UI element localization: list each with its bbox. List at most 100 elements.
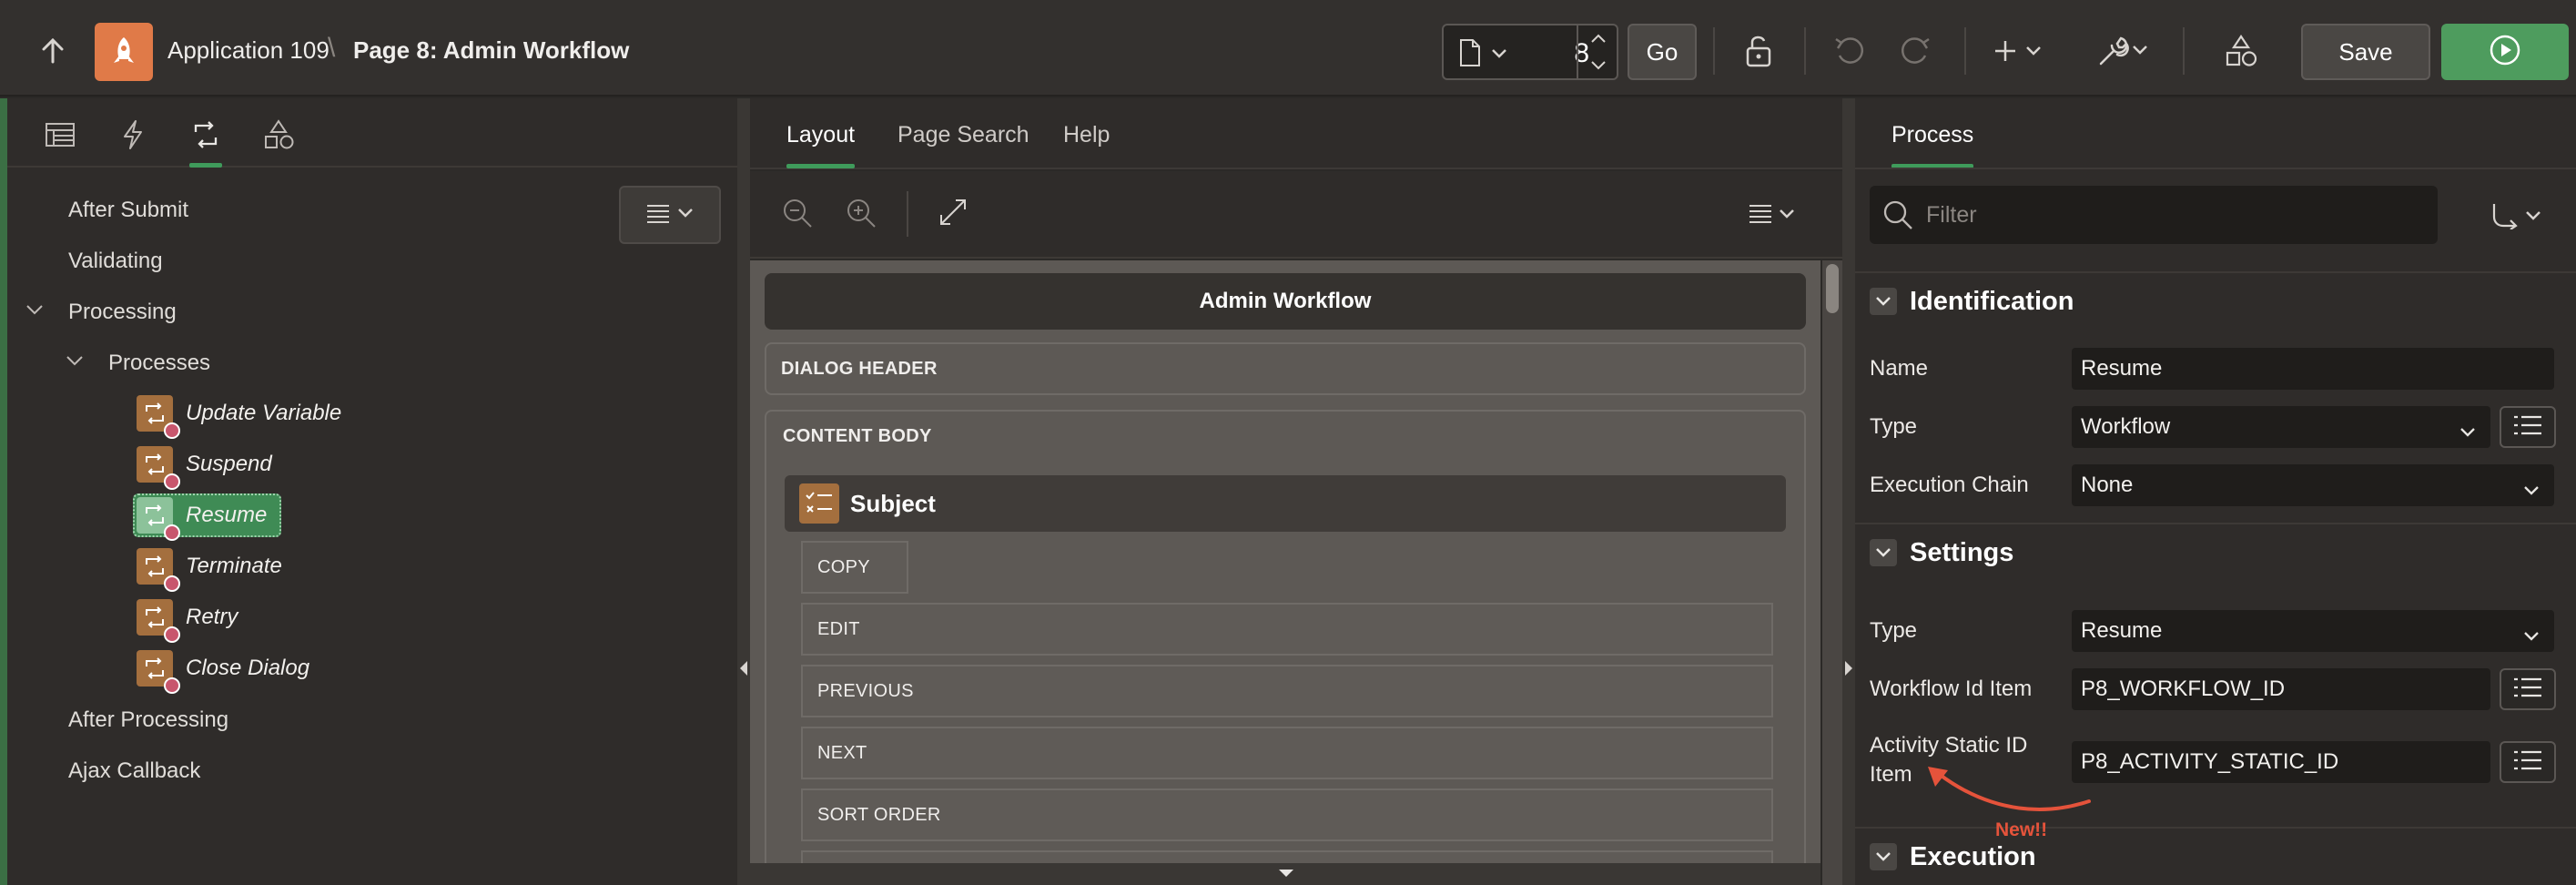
layout-canvas: Admin Workflow DIALOG HEADER CONTENT BOD… (750, 260, 1820, 885)
tab-process[interactable]: Process (1891, 122, 1974, 168)
run-icon (2489, 34, 2521, 71)
tree-node-ajax-callback[interactable]: Ajax Callback (68, 758, 200, 784)
layout-toolbar (750, 171, 1842, 259)
dialog-header-region[interactable]: DIALOG HEADER (765, 342, 1806, 395)
scrollbar-thumb[interactable] (1826, 264, 1839, 313)
go-button[interactable]: Go (1628, 24, 1697, 80)
filter-field[interactable] (1870, 186, 2438, 244)
lock-icon[interactable] (1739, 31, 1779, 71)
rocket-icon[interactable] (95, 23, 153, 81)
plus-icon[interactable] (1990, 31, 2054, 71)
tree-node-after-processing[interactable]: After Processing (68, 707, 228, 733)
tree-node-process[interactable]: Terminate (137, 546, 282, 592)
shapes-icon[interactable] (2221, 31, 2261, 71)
button-sort-order[interactable]: SORT ORDER (801, 788, 1773, 841)
panel-edge (0, 98, 7, 885)
group-title: Identification (1910, 286, 2074, 316)
subject-region-header[interactable]: Subject (785, 475, 1786, 532)
group-execution-header[interactable]: Execution (1855, 827, 2576, 885)
chevron-down-icon (2523, 477, 2540, 503)
process-icon (137, 395, 180, 439)
property-select-type[interactable]: Workflow (2072, 406, 2490, 448)
page-selector[interactable]: 8 (1442, 24, 1618, 80)
region-label: CONTENT BODY (783, 426, 932, 446)
tree-node-validating[interactable]: Validating (68, 249, 163, 274)
tree-menu-button[interactable] (619, 186, 721, 244)
chevron-down-icon[interactable] (1491, 47, 1507, 64)
tab-underline (1855, 168, 2576, 169)
tree-node-process[interactable]: Update Variable (137, 393, 342, 439)
tree-node-process[interactable]: Close Dialog (137, 648, 310, 694)
toolbar-divider (1964, 27, 1966, 75)
list-picker-button[interactable] (2500, 406, 2556, 448)
left-panel-tabs (7, 98, 737, 168)
shared-components-tab-icon[interactable] (259, 115, 299, 155)
tree-node-process[interactable]: Retry (137, 597, 238, 643)
run-button[interactable] (2441, 24, 2569, 80)
button-edit[interactable]: EDIT (801, 603, 1773, 656)
collapse-icon[interactable] (1870, 288, 1897, 315)
dependency-icon[interactable] (2490, 200, 2554, 234)
tree-node-after-submit[interactable]: After Submit (68, 198, 188, 223)
tree-node-label: Resume (186, 503, 268, 527)
button-next[interactable]: NEXT (801, 727, 1773, 779)
group-title: Execution (1910, 841, 2036, 871)
canvas-scrollbar[interactable] (1822, 260, 1842, 885)
group-title: Settings (1910, 537, 2014, 567)
tree-node-processing[interactable]: Processing (68, 300, 177, 325)
property-field-activity-static-id[interactable]: P8_ACTIVITY_STATIC_ID (2072, 741, 2490, 783)
zoom-out-icon[interactable] (781, 197, 814, 234)
tree-node-process-selected[interactable]: Resume (133, 493, 282, 541)
property-label-settings-type: Type (1870, 618, 1918, 643)
save-button[interactable]: Save (2301, 24, 2430, 80)
property-field-workflow-id[interactable]: P8_WORKFLOW_ID (2072, 668, 2490, 710)
collapse-icon[interactable] (1870, 843, 1897, 870)
zoom-in-icon[interactable] (845, 197, 877, 234)
property-field-name[interactable]: Resume (2072, 348, 2554, 390)
tree-node-label: Retry (186, 605, 238, 629)
tab-layout[interactable]: Layout (786, 122, 856, 168)
property-select-settings-type[interactable]: Resume (2072, 610, 2554, 652)
toolbar-divider (1804, 27, 1806, 75)
undo-icon[interactable] (1830, 31, 1870, 71)
processing-tab-icon[interactable] (186, 115, 226, 168)
list-picker-button[interactable] (2500, 668, 2556, 710)
tab-help[interactable]: Help (1063, 122, 1110, 148)
right-splitter[interactable] (1842, 98, 1855, 885)
tree-node-label: Close Dialog (186, 656, 310, 680)
chevron-down-icon[interactable] (66, 354, 84, 372)
expand-icon[interactable] (938, 197, 969, 232)
tree-node-process[interactable]: Suspend (137, 444, 272, 490)
group-settings-header[interactable]: Settings (1855, 523, 2576, 581)
breadcrumb-separator: \ (328, 33, 336, 63)
tab-page-search[interactable]: Page Search (898, 122, 1029, 148)
region-title: Subject (850, 489, 936, 517)
chevron-down-icon (2523, 623, 2540, 648)
left-splitter[interactable] (737, 98, 750, 885)
dynamic-actions-tab-icon[interactable] (113, 115, 153, 155)
chevron-down-icon[interactable] (25, 303, 44, 321)
filter-input[interactable] (1926, 201, 2399, 229)
page-region-title[interactable]: Admin Workflow (765, 273, 1806, 330)
process-icon (137, 548, 180, 592)
up-arrow-icon[interactable] (35, 33, 71, 69)
group-identification-header[interactable]: Identification (1855, 271, 2576, 330)
breadcrumb-app[interactable]: Application 109 (167, 36, 330, 65)
button-previous[interactable]: PREVIOUS (801, 665, 1773, 717)
list-icon (2512, 749, 2543, 776)
property-select-execution-chain[interactable]: None (2072, 464, 2554, 506)
tree-node-label: Update Variable (186, 401, 342, 425)
layout-tabs: Layout Page Search Help (750, 98, 1842, 169)
tree-node-processes[interactable]: Processes (108, 351, 210, 376)
page-number-stepper[interactable] (1577, 25, 1617, 78)
annotation-arrow (1928, 767, 2091, 811)
button-copy[interactable]: COPY (801, 541, 908, 594)
rendering-tab-icon[interactable] (40, 115, 80, 155)
wrench-icon[interactable] (2094, 31, 2157, 71)
checklist-icon (799, 483, 839, 524)
list-picker-button[interactable] (2500, 741, 2556, 783)
menu-icon[interactable] (1748, 202, 1799, 229)
redo-icon[interactable] (1895, 31, 1935, 71)
tree-node-label: Suspend (186, 452, 272, 476)
collapse-icon[interactable] (1870, 539, 1897, 566)
